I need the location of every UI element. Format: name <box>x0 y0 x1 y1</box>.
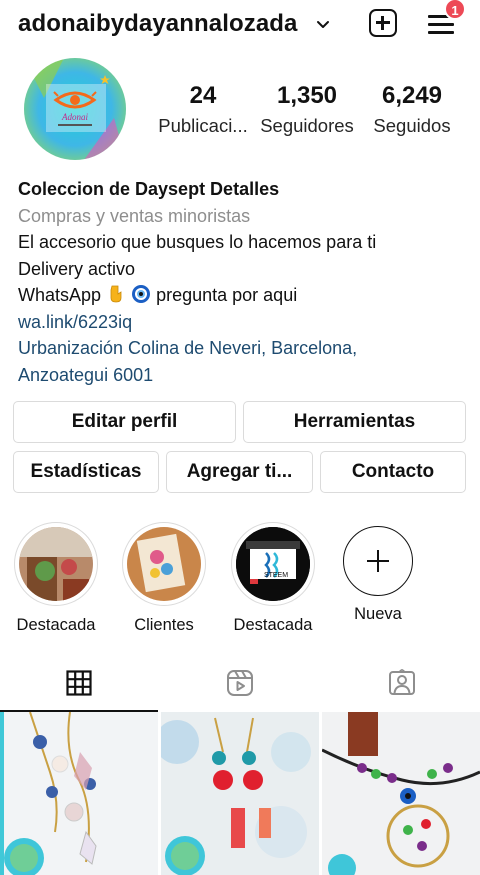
nazar-eye-icon <box>131 284 151 304</box>
highlight-new[interactable]: Nueva <box>335 522 421 624</box>
avatar-text: Adonai <box>61 112 88 122</box>
highlight-thumbnail <box>19 527 93 601</box>
grid-post[interactable] <box>161 712 319 875</box>
tab-reels[interactable] <box>160 658 320 712</box>
chevron-down-icon[interactable] <box>316 17 330 31</box>
following-count: 6,249 <box>381 82 443 109</box>
stat-following[interactable]: 6,249 Seguidos <box>362 82 462 137</box>
highlight-item[interactable]: Destacada <box>13 522 99 635</box>
followers-label: Seguidores <box>260 115 354 136</box>
highlight-label: Clientes <box>134 616 194 634</box>
plus-icon <box>343 526 413 596</box>
contact-button[interactable]: Contacto <box>320 451 466 493</box>
bio-link[interactable]: wa.link/6223iq <box>18 309 468 336</box>
highlight-label: Destacada <box>233 616 313 634</box>
tab-tagged[interactable] <box>320 658 480 712</box>
add-button[interactable]: Agregar ti... <box>166 451 313 493</box>
bio-line-2: Delivery activo <box>18 258 136 279</box>
top-bar: adonaibydayannalozada 1 <box>0 0 480 50</box>
tools-button[interactable]: Herramientas <box>243 401 466 443</box>
address-line-2[interactable]: Anzoategui 6001 <box>18 362 468 389</box>
reels-icon <box>227 670 253 696</box>
following-label: Seguidos <box>373 115 451 136</box>
username-title[interactable]: adonaibydayannalozada <box>18 10 298 38</box>
bio-whatsapp-rest: pregunta por aqui <box>156 285 298 305</box>
bio-line-3: WhatsApp pregunta por aqui <box>18 282 468 309</box>
stat-posts[interactable]: 24 Publicaci... <box>153 82 253 137</box>
profile-tabs <box>0 658 480 712</box>
tab-grid[interactable] <box>0 658 160 712</box>
bio-line-1: El accesorio que busques lo hacemos para… <box>18 232 377 252</box>
bio-whatsapp-text: WhatsApp <box>18 285 102 305</box>
profile-bio: Coleccion de Daysept Detalles Compras y … <box>18 176 468 388</box>
highlight-item[interactable]: STEEM Destacada <box>230 522 316 635</box>
stats-button[interactable]: Estadísticas <box>13 451 159 493</box>
followers-count: 1,350 <box>276 82 338 109</box>
notification-badge: 1 <box>444 0 466 20</box>
profile-name: Coleccion de Daysept Detalles <box>18 179 280 199</box>
edit-profile-button[interactable]: Editar perfil <box>13 401 236 443</box>
posts-count: 24 <box>189 82 217 109</box>
create-post-icon[interactable] <box>369 9 397 37</box>
tagged-icon <box>389 669 415 695</box>
post-image <box>322 712 480 875</box>
highlight-thumbnail: STEEM <box>236 527 310 601</box>
grid-post[interactable] <box>322 712 480 875</box>
posts-label: Publicaci... <box>158 115 248 136</box>
post-image <box>161 712 319 875</box>
grid-icon <box>66 670 92 696</box>
avatar[interactable]: Adonai <box>24 58 126 160</box>
highlight-badge-text: STEEM <box>264 572 288 579</box>
pointing-down-icon <box>106 284 126 304</box>
highlight-new-label: Nueva <box>354 605 402 623</box>
highlight-item[interactable]: Clientes <box>121 522 207 635</box>
post-grid <box>0 712 480 875</box>
stat-followers[interactable]: 1,350 Seguidores <box>257 82 357 137</box>
highlight-label: Destacada <box>16 616 96 634</box>
grid-post[interactable] <box>0 712 158 875</box>
highlight-thumbnail <box>127 527 201 601</box>
post-image <box>0 712 158 875</box>
avatar-logo-image: Adonai <box>24 58 126 160</box>
address-line-1[interactable]: Urbanización Colina de Neveri, Barcelona… <box>18 335 468 362</box>
profile-category: Compras y ventas minoristas <box>18 205 251 226</box>
